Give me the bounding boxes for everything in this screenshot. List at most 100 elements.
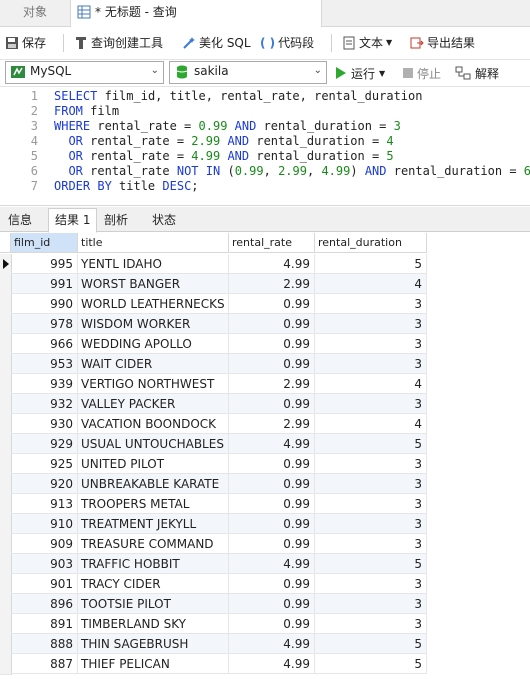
table-cell-film-id[interactable]: 966 <box>11 334 78 354</box>
connection-select[interactable]: MySQL ⌄ <box>5 61 164 84</box>
table-row[interactable]: 910 TREATMENT JEKYLL 0.99 3 <box>0 514 427 535</box>
table-cell-film-id[interactable]: 978 <box>11 314 78 334</box>
table-cell-rental-duration[interactable]: 3 <box>315 354 427 374</box>
table-row[interactable]: 978 WISDOM WORKER 0.99 3 <box>0 314 427 335</box>
table-row[interactable]: 953 WAIT CIDER 0.99 3 <box>0 354 427 375</box>
code-snippet-button[interactable]: ( ) 代码段 <box>260 31 314 55</box>
table-row[interactable]: 920 UNBREAKABLE KARATE 0.99 3 <box>0 474 427 495</box>
table-cell-title[interactable]: TOOTSIE PILOT <box>78 594 229 614</box>
table-cell-rental-rate[interactable]: 0.99 <box>229 294 315 314</box>
table-cell-rental-duration[interactable]: 4 <box>315 414 427 434</box>
table-cell-title[interactable]: USUAL UNTOUCHABLES <box>78 434 229 454</box>
table-cell-title[interactable]: YENTL IDAHO <box>78 254 229 274</box>
table-row[interactable]: 991 WORST BANGER 2.99 4 <box>0 274 427 295</box>
table-cell-rental-duration[interactable]: 5 <box>315 434 427 454</box>
table-cell-rental-duration[interactable]: 3 <box>315 534 427 554</box>
column-header-rental-duration[interactable]: rental_duration <box>315 233 427 253</box>
table-cell-title[interactable]: VACATION BOONDOCK <box>78 414 229 434</box>
table-cell-rental-rate[interactable]: 0.99 <box>229 314 315 334</box>
table-cell-title[interactable]: TREATMENT JEKYLL <box>78 514 229 534</box>
query-builder-button[interactable]: 查询创建工具 <box>74 31 163 55</box>
beautify-sql-button[interactable]: 美化 SQL <box>182 31 251 55</box>
table-cell-title[interactable]: WORLD LEATHERNECKS <box>78 294 229 314</box>
table-cell-rental-duration[interactable]: 3 <box>315 614 427 634</box>
table-cell-film-id[interactable]: 909 <box>11 534 78 554</box>
table-row[interactable]: 966 WEDDING APOLLO 0.99 3 <box>0 334 427 355</box>
table-cell-film-id[interactable]: 896 <box>11 594 78 614</box>
save-button[interactable]: 保存 <box>5 31 46 55</box>
table-cell-rental-duration[interactable]: 3 <box>315 574 427 594</box>
table-cell-rental-duration[interactable]: 5 <box>315 554 427 574</box>
table-cell-rental-duration[interactable]: 4 <box>315 374 427 394</box>
table-cell-rental-rate[interactable]: 4.99 <box>229 554 315 574</box>
table-cell-rental-duration[interactable]: 4 <box>315 274 427 294</box>
table-cell-film-id[interactable]: 925 <box>11 454 78 474</box>
text-button[interactable]: 文本 ▼ <box>342 31 392 55</box>
table-cell-rental-rate[interactable]: 0.99 <box>229 494 315 514</box>
table-cell-rental-duration[interactable]: 3 <box>315 334 427 354</box>
tab-info[interactable]: 信息 <box>2 209 38 231</box>
table-cell-film-id[interactable]: 939 <box>11 374 78 394</box>
table-cell-film-id[interactable]: 903 <box>11 554 78 574</box>
table-cell-title[interactable]: VERTIGO NORTHWEST <box>78 374 229 394</box>
table-cell-rental-duration[interactable]: 3 <box>315 514 427 534</box>
table-cell-rental-rate[interactable]: 0.99 <box>229 534 315 554</box>
database-select[interactable]: sakila ⌄ <box>169 61 327 84</box>
table-row[interactable]: 995 YENTL IDAHO 4.99 5 <box>0 254 427 275</box>
table-row[interactable]: 909 TREASURE COMMAND 0.99 3 <box>0 534 427 555</box>
table-cell-rental-duration[interactable]: 3 <box>315 294 427 314</box>
table-cell-title[interactable]: TIMBERLAND SKY <box>78 614 229 634</box>
table-cell-rental-rate[interactable]: 0.99 <box>229 454 315 474</box>
tab-objects[interactable]: 对象 <box>0 0 70 26</box>
table-cell-rental-rate[interactable]: 0.99 <box>229 574 315 594</box>
table-cell-title[interactable]: VALLEY PACKER <box>78 394 229 414</box>
tab-query[interactable]: * 无标题 - 查询 <box>70 0 322 27</box>
table-cell-title[interactable]: THIN SAGEBRUSH <box>78 634 229 654</box>
table-row[interactable]: 990 WORLD LEATHERNECKS 0.99 3 <box>0 294 427 315</box>
table-cell-film-id[interactable]: 990 <box>11 294 78 314</box>
table-cell-rental-rate[interactable]: 0.99 <box>229 394 315 414</box>
table-row[interactable]: 932 VALLEY PACKER 0.99 3 <box>0 394 427 415</box>
table-cell-rental-rate[interactable]: 0.99 <box>229 334 315 354</box>
table-cell-rental-rate[interactable]: 0.99 <box>229 474 315 494</box>
table-cell-rental-rate[interactable]: 0.99 <box>229 514 315 534</box>
table-cell-film-id[interactable]: 910 <box>11 514 78 534</box>
table-row[interactable]: 939 VERTIGO NORTHWEST 2.99 4 <box>0 374 427 395</box>
table-cell-rental-rate[interactable]: 4.99 <box>229 634 315 654</box>
table-cell-rental-rate[interactable]: 2.99 <box>229 374 315 394</box>
table-row[interactable]: 888 THIN SAGEBRUSH 4.99 5 <box>0 634 427 655</box>
tab-status[interactable]: 状态 <box>146 209 182 231</box>
table-cell-film-id[interactable]: 901 <box>11 574 78 594</box>
table-row[interactable]: 896 TOOTSIE PILOT 0.99 3 <box>0 594 427 615</box>
table-cell-title[interactable]: WAIT CIDER <box>78 354 229 374</box>
table-cell-title[interactable]: TROOPERS METAL <box>78 494 229 514</box>
export-results-button[interactable]: 导出结果 <box>410 31 475 55</box>
table-cell-film-id[interactable]: 888 <box>11 634 78 654</box>
table-cell-rental-duration[interactable]: 5 <box>315 654 427 674</box>
results-grid[interactable]: film_id title rental_rate rental_duratio… <box>0 233 530 679</box>
column-header-title[interactable]: title <box>78 233 229 253</box>
table-cell-film-id[interactable]: 930 <box>11 414 78 434</box>
table-cell-film-id[interactable]: 995 <box>11 254 78 274</box>
table-cell-rental-rate[interactable]: 0.99 <box>229 354 315 374</box>
column-header-film-id[interactable]: film_id <box>11 233 78 253</box>
table-cell-film-id[interactable]: 887 <box>11 654 78 674</box>
tab-profile[interactable]: 剖析 <box>98 209 134 231</box>
table-cell-title[interactable]: WISDOM WORKER <box>78 314 229 334</box>
table-cell-rental-duration[interactable]: 3 <box>315 474 427 494</box>
explain-button[interactable]: 解释 <box>455 62 499 84</box>
run-button[interactable]: 运行 ▼ <box>335 62 385 84</box>
table-cell-rental-rate[interactable]: 4.99 <box>229 434 315 454</box>
table-cell-rental-duration[interactable]: 3 <box>315 594 427 614</box>
table-cell-film-id[interactable]: 929 <box>11 434 78 454</box>
tab-result-1[interactable]: 结果 1 <box>48 208 98 233</box>
table-cell-film-id[interactable]: 891 <box>11 614 78 634</box>
table-cell-rental-duration[interactable]: 3 <box>315 494 427 514</box>
table-cell-rental-duration[interactable]: 5 <box>315 634 427 654</box>
table-cell-rental-rate[interactable]: 4.99 <box>229 654 315 674</box>
table-cell-title[interactable]: WEDDING APOLLO <box>78 334 229 354</box>
sql-editor[interactable]: 1 SELECT film_id, title, rental_rate, ren… <box>0 87 530 206</box>
table-cell-rental-duration[interactable]: 3 <box>315 454 427 474</box>
table-row[interactable]: 930 VACATION BOONDOCK 2.99 4 <box>0 414 427 435</box>
table-row[interactable]: 891 TIMBERLAND SKY 0.99 3 <box>0 614 427 635</box>
